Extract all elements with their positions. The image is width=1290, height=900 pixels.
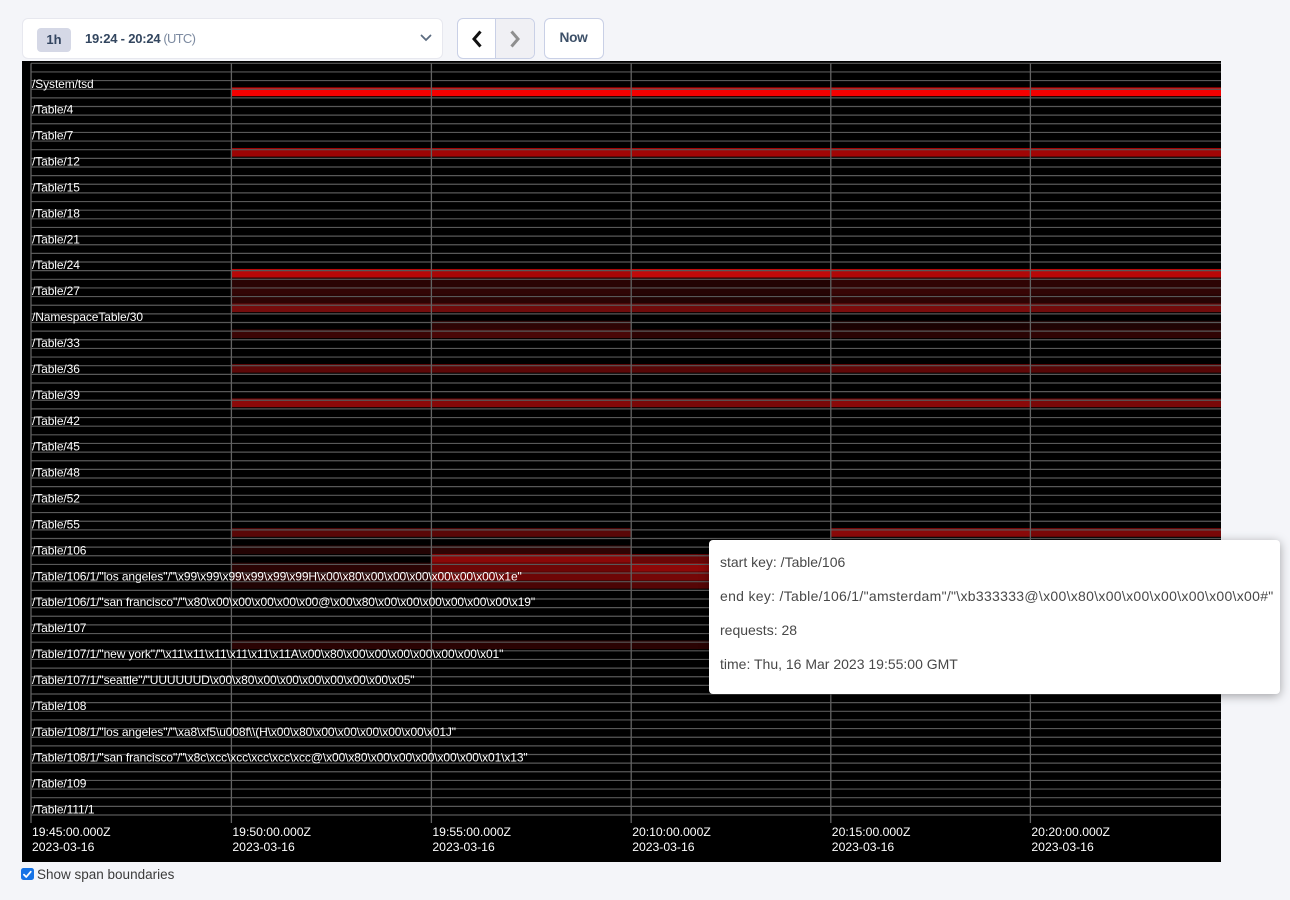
svg-text:/Table/111/1: /Table/111/1 [32, 802, 95, 816]
svg-text:2023-03-16: 2023-03-16 [32, 840, 95, 854]
svg-text:20:20:00.000Z: 20:20:00.000Z [1031, 825, 1110, 839]
svg-text:19:55:00.000Z: 19:55:00.000Z [432, 825, 511, 839]
svg-text:/Table/52: /Table/52 [32, 491, 80, 505]
svg-text:/Table/21: /Table/21 [32, 232, 80, 246]
svg-text:/Table/108: /Table/108 [32, 698, 87, 712]
svg-text:/Table/107/1/"new york"/"\x11\: /Table/107/1/"new york"/"\x11\x11\x11\x1… [32, 647, 503, 661]
svg-text:/Table/106: /Table/106 [32, 543, 87, 557]
svg-text:20:10:00.000Z: 20:10:00.000Z [632, 825, 711, 839]
svg-text:/Table/106/1/"los angeles"/"\x: /Table/106/1/"los angeles"/"\x99\x99\x99… [32, 569, 522, 583]
svg-text:2023-03-16: 2023-03-16 [832, 840, 895, 854]
svg-text:/Table/106/1/"san francisco"/": /Table/106/1/"san francisco"/"\x80\x00\x… [32, 595, 535, 609]
svg-text:/Table/24: /Table/24 [32, 258, 80, 272]
svg-text:/Table/18: /Table/18 [32, 206, 80, 220]
svg-text:/Table/107/1/"seattle"/"UUUUUU: /Table/107/1/"seattle"/"UUUUUUD\x00\x80\… [32, 672, 414, 686]
svg-text:/NamespaceTable/30: /NamespaceTable/30 [32, 310, 143, 324]
svg-text:/Table/15: /Table/15 [32, 180, 80, 194]
svg-text:/Table/108/1/"san francisco"/": /Table/108/1/"san francisco"/"\x8c\xcc\x… [32, 750, 528, 764]
svg-text:/Table/27: /Table/27 [32, 284, 80, 298]
svg-text:2023-03-16: 2023-03-16 [1031, 840, 1094, 854]
svg-text:2023-03-16: 2023-03-16 [632, 840, 695, 854]
svg-text:/Table/42: /Table/42 [32, 413, 80, 427]
svg-text:/Table/33: /Table/33 [32, 336, 80, 350]
svg-text:/Table/45: /Table/45 [32, 439, 80, 453]
svg-text:2023-03-16: 2023-03-16 [432, 840, 495, 854]
svg-text:/Table/7: /Table/7 [32, 128, 74, 142]
svg-text:/Table/107: /Table/107 [32, 621, 87, 635]
svg-text:/System/tsd: /System/tsd [32, 76, 94, 90]
svg-text:/Table/36: /Table/36 [32, 361, 80, 375]
svg-text:19:45:00.000Z: 19:45:00.000Z [32, 825, 111, 839]
svg-text:/Table/109: /Table/109 [32, 776, 87, 790]
svg-text:/Table/12: /Table/12 [32, 154, 80, 168]
svg-text:19:50:00.000Z: 19:50:00.000Z [232, 825, 311, 839]
svg-text:/Table/48: /Table/48 [32, 465, 80, 479]
svg-text:/Table/108/1/"los angeles"/"\x: /Table/108/1/"los angeles"/"\xa8\xf5\u00… [32, 724, 456, 738]
svg-text:/Table/4: /Table/4 [32, 102, 74, 116]
svg-text:2023-03-16: 2023-03-16 [232, 840, 295, 854]
svg-text:/Table/55: /Table/55 [32, 517, 80, 531]
svg-text:20:15:00.000Z: 20:15:00.000Z [832, 825, 911, 839]
svg-text:/Table/39: /Table/39 [32, 387, 80, 401]
